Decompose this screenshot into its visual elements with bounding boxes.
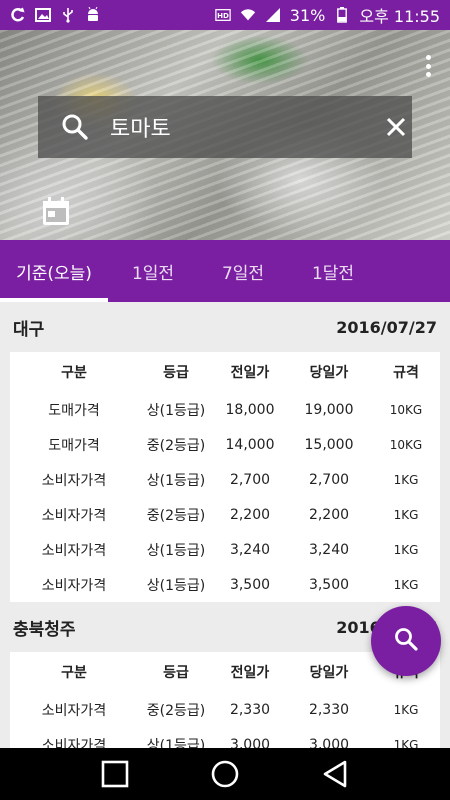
wifi-icon <box>240 7 256 23</box>
cell-grade: 상(1등급) <box>146 577 206 594</box>
image-icon <box>35 7 51 23</box>
region-name: 충북청주 <box>13 619 76 640</box>
cell-prev-price: 18,000 <box>225 401 275 418</box>
system-nav-bar <box>0 748 450 800</box>
period-tabs: 기준(오늘) 1일전 7일전 1달전 <box>0 240 450 302</box>
clear-icon[interactable] <box>384 115 408 139</box>
cell-prev-price: 14,000 <box>225 436 275 453</box>
cell-type: 소비자가격 <box>41 542 107 559</box>
cell-prev-price: 2,200 <box>229 506 271 523</box>
cell-today-price: 2,330 <box>308 701 350 718</box>
status-left <box>10 7 101 23</box>
column-header: 등급 <box>163 365 189 381</box>
cell-spec: 1KG <box>393 472 419 487</box>
region-name: 대구 <box>13 319 45 340</box>
region-date: 2016/07/27 <box>336 317 437 337</box>
cell-today-price: 2,700 <box>308 471 350 488</box>
cell-today-price: 3,240 <box>308 541 350 558</box>
tab-today[interactable]: 기준(오늘) <box>0 240 108 302</box>
cell-type: 소비자가격 <box>41 702 107 719</box>
search-icon <box>393 626 419 656</box>
cell-type: 소비자가격 <box>41 507 107 524</box>
table-header-row: 구분 등급 전일가 당일가 규격 <box>10 352 440 392</box>
cell-today-price: 3,000 <box>308 736 350 749</box>
cell-prev-price: 2,330 <box>229 701 271 718</box>
cell-grade: 중(2등급) <box>146 507 206 524</box>
column-header: 구분 <box>61 665 87 681</box>
table-row: 도매가격 상(1등급) 18,000 19,000 10KG <box>10 392 440 427</box>
column-header: 전일가 <box>230 665 270 681</box>
price-table: 구분 등급 전일가 당일가 규격 소비자가격 중(2등급) 2,330 2,33… <box>10 652 440 748</box>
android-icon <box>85 7 101 23</box>
table-row: 소비자가격 상(1등급) 2,700 2,700 1KG <box>10 462 440 497</box>
table-row: 소비자가격 상(1등급) 3,240 3,240 1KG <box>10 532 440 567</box>
cell-prev-price: 3,500 <box>229 576 271 593</box>
table-row: 소비자가격 중(2등급) 2,200 2,200 1KG <box>10 497 440 532</box>
cell-spec: 1KG <box>393 577 419 592</box>
column-header: 규격 <box>393 365 419 381</box>
cell-prev-price: 3,000 <box>229 736 271 749</box>
search-icon <box>60 112 90 142</box>
table-row: 소비자가격 중(2등급) 2,330 2,330 1KG <box>10 692 440 727</box>
calendar-icon[interactable] <box>40 196 72 228</box>
recent-apps-icon[interactable] <box>97 756 133 792</box>
hd-icon: HD <box>215 7 231 23</box>
status-right: HD 31% 오후 11:55 <box>215 3 440 27</box>
region-section: 대구 2016/07/27 구분 등급 전일가 당일가 규격 도매가격 상(1등… <box>0 302 450 602</box>
search-bar[interactable] <box>38 96 412 158</box>
cell-spec: 1KG <box>393 737 419 749</box>
cell-type: 소비자가격 <box>41 472 107 489</box>
table-row: 소비자가격 상(1등급) 3,000 3,000 1KG <box>10 727 440 749</box>
cell-today-price: 19,000 <box>304 401 354 418</box>
cell-today-price: 15,000 <box>304 436 354 453</box>
cell-grade: 상(1등급) <box>146 737 206 749</box>
battery-icon <box>334 7 350 23</box>
table-row: 도매가격 중(2등급) 14,000 15,000 10KG <box>10 427 440 462</box>
column-header: 구분 <box>61 365 87 381</box>
tab-1-day-ago[interactable]: 1일전 <box>108 240 198 302</box>
price-list[interactable]: 대구 2016/07/27 구분 등급 전일가 당일가 규격 도매가격 상(1등… <box>0 302 450 748</box>
cell-type: 도매가격 <box>48 437 100 454</box>
cell-grade: 중(2등급) <box>146 437 206 454</box>
cell-spec: 1KG <box>393 542 419 557</box>
usb-icon <box>60 7 76 23</box>
sync-icon <box>10 7 26 23</box>
cell-type: 소비자가격 <box>41 737 107 749</box>
search-fab-button[interactable] <box>371 606 441 676</box>
cell-grade: 상(1등급) <box>146 402 206 419</box>
clock: 오후 11:55 <box>359 7 440 26</box>
cell-spec: 10KG <box>389 437 423 452</box>
back-icon[interactable] <box>317 756 353 792</box>
tab-7-days-ago[interactable]: 7일전 <box>198 240 288 302</box>
region-header: 대구 2016/07/27 <box>0 302 450 352</box>
column-header: 당일가 <box>309 665 349 681</box>
cell-prev-price: 3,240 <box>229 541 271 558</box>
cell-grade: 상(1등급) <box>146 542 206 559</box>
status-bar: HD 31% 오후 11:55 <box>0 0 450 30</box>
cell-spec: 1KG <box>393 702 419 717</box>
price-table: 구분 등급 전일가 당일가 규격 도매가격 상(1등급) 18,000 19,0… <box>10 352 440 602</box>
more-options-icon[interactable] <box>420 52 436 80</box>
cell-today-price: 3,500 <box>308 576 350 593</box>
svg-text:HD: HD <box>217 11 229 20</box>
table-row: 소비자가격 상(1등급) 3,500 3,500 1KG <box>10 567 440 602</box>
tab-1-month-ago[interactable]: 1달전 <box>288 240 378 302</box>
cell-spec: 1KG <box>393 507 419 522</box>
cell-prev-price: 2,700 <box>229 471 271 488</box>
signal-icon <box>265 7 281 23</box>
cell-type: 소비자가격 <box>41 577 107 594</box>
home-icon[interactable] <box>207 756 243 792</box>
search-input[interactable] <box>110 114 384 140</box>
cell-grade: 상(1등급) <box>146 472 206 489</box>
cell-today-price: 2,200 <box>308 506 350 523</box>
battery-percent: 31% <box>289 5 326 25</box>
cell-spec: 10KG <box>389 402 423 417</box>
cell-type: 도매가격 <box>48 402 100 419</box>
column-header: 전일가 <box>230 365 270 381</box>
column-header: 당일가 <box>309 365 349 381</box>
column-header: 등급 <box>163 665 189 681</box>
cell-grade: 중(2등급) <box>146 702 206 719</box>
